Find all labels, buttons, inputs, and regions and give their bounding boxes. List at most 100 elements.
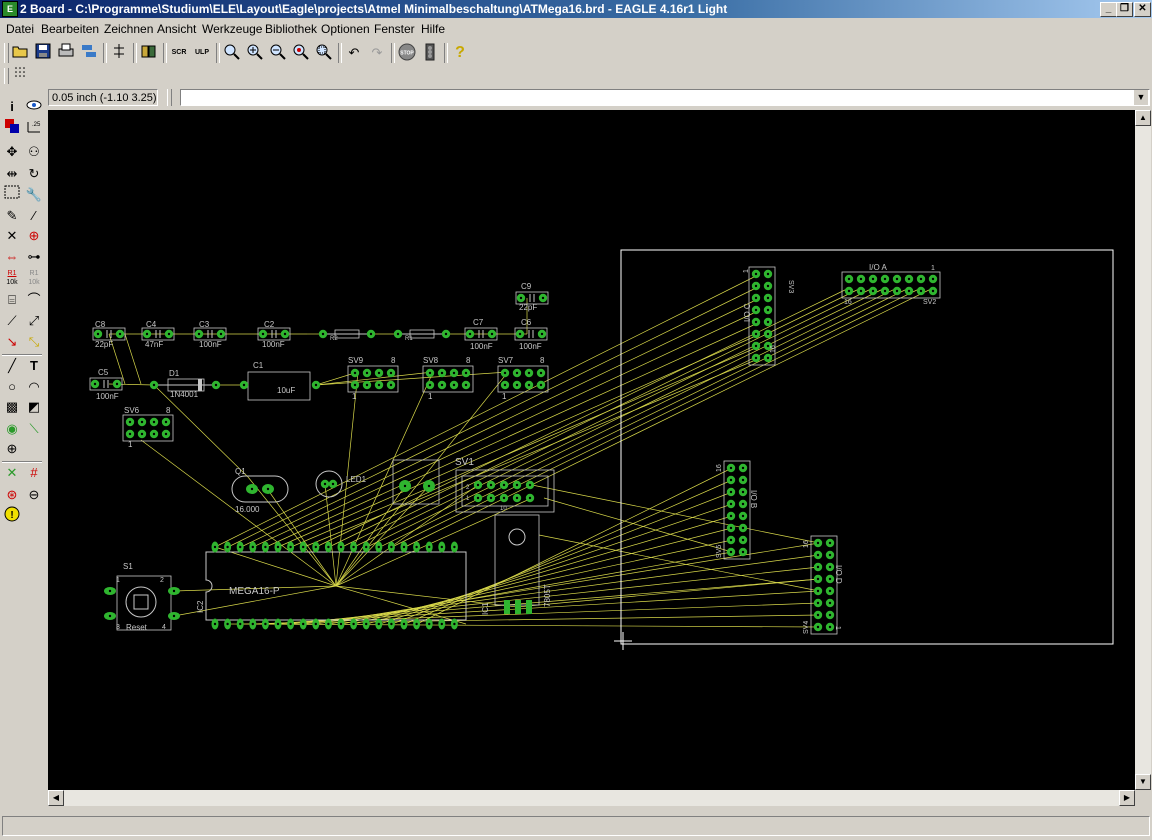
undo-icon[interactable]: ↶: [344, 43, 364, 63]
menu-ansicht[interactable]: Ansicht: [157, 22, 196, 36]
text-icon[interactable]: T: [24, 356, 44, 376]
go-icon[interactable]: [420, 43, 440, 63]
schematic-icon[interactable]: [109, 43, 129, 63]
circle-icon[interactable]: ○: [2, 377, 22, 397]
wire-icon[interactable]: ⤡: [24, 332, 44, 352]
zoom-out-icon[interactable]: [268, 43, 288, 63]
value-c9: 22pF: [519, 303, 537, 312]
display-layers-icon[interactable]: [2, 118, 22, 138]
miter-icon[interactable]: ⌒: [24, 290, 44, 310]
errors-icon[interactable]: !: [2, 506, 22, 526]
maximize-button[interactable]: ❐: [1116, 2, 1133, 17]
paste-icon[interactable]: ✎: [2, 206, 22, 226]
pad-drill: [289, 545, 292, 549]
group-icon[interactable]: [2, 185, 22, 205]
pin1-sv4: 1: [834, 626, 841, 630]
line-icon[interactable]: ╱: [2, 356, 22, 376]
menu-werkzeuge[interactable]: Werkzeuge: [202, 22, 262, 36]
toolbar-grip[interactable]: [4, 43, 9, 63]
auto-icon[interactable]: #: [24, 463, 44, 483]
print-icon[interactable]: [56, 43, 76, 63]
script-icon[interactable]: SCR: [169, 43, 189, 63]
ratsnest-icon[interactable]: ✕: [2, 463, 22, 483]
close-button[interactable]: ✕: [1134, 2, 1151, 17]
ulp-icon[interactable]: ULP: [192, 43, 212, 63]
command-dropdown-button[interactable]: ▼: [1134, 90, 1148, 105]
pin16-sv5: 16: [716, 464, 723, 472]
show-icon[interactable]: [24, 97, 44, 117]
zoom-redraw-icon[interactable]: [291, 43, 311, 63]
menu-optionen[interactable]: Optionen: [321, 22, 370, 36]
toolbar-grip[interactable]: [4, 68, 9, 84]
copy-icon[interactable]: ⚇: [24, 142, 44, 162]
erc-icon[interactable]: ⊛: [2, 485, 22, 505]
pad-drill: [377, 383, 381, 387]
menu-zeichnen[interactable]: Zeichnen: [104, 22, 153, 36]
info-icon[interactable]: i: [2, 97, 22, 117]
delete-icon[interactable]: ✕: [2, 226, 22, 246]
board-icon[interactable]: [139, 43, 159, 63]
rotate-icon[interactable]: ↻: [24, 164, 44, 184]
open-icon[interactable]: [11, 43, 31, 63]
polygon-icon[interactable]: ◩: [24, 397, 44, 417]
smash-icon[interactable]: ⁄: [24, 206, 44, 226]
pad-drill: [440, 383, 444, 387]
pad-drill: [859, 277, 863, 281]
signal-icon[interactable]: ⟍: [24, 419, 44, 439]
menu-hilfe[interactable]: Hilfe: [421, 22, 445, 36]
menu-fenster[interactable]: Fenster: [374, 22, 415, 36]
cam-icon[interactable]: [79, 43, 99, 63]
move-icon[interactable]: ✥: [2, 142, 22, 162]
change-icon[interactable]: 🔧: [24, 185, 44, 205]
zoom-in-icon[interactable]: [245, 43, 265, 63]
hole-icon[interactable]: ⊕: [2, 439, 22, 459]
arc-icon[interactable]: ◠: [24, 377, 44, 397]
toolbar-separator: [391, 43, 395, 63]
via-icon[interactable]: ◉: [2, 419, 22, 439]
name-icon[interactable]: R1 10k: [2, 269, 22, 289]
mark-icon[interactable]: .25: [24, 118, 44, 138]
pin1-sv6: 1: [128, 440, 133, 449]
zoom-select-icon[interactable]: [314, 43, 334, 63]
scroll-down-button[interactable]: ▼: [1135, 774, 1151, 790]
redo-icon[interactable]: ↷: [367, 43, 387, 63]
grid-icon[interactable]: [11, 66, 31, 86]
value-icon[interactable]: R1 10k: [24, 269, 44, 289]
menu-bearbeiten[interactable]: Bearbeiten: [41, 22, 99, 36]
scroll-right-button[interactable]: ▶: [1119, 790, 1135, 806]
scroll-up-button[interactable]: ▲: [1135, 110, 1151, 126]
zoom-fit-icon[interactable]: [222, 43, 242, 63]
horizontal-scrollbar[interactable]: ◀ ▶: [48, 790, 1135, 806]
drc-icon[interactable]: ⊖: [24, 485, 44, 505]
replace-icon[interactable]: ⇔: [2, 247, 22, 267]
split-icon[interactable]: ⌸: [2, 290, 22, 310]
route-icon[interactable]: ⤢: [24, 311, 44, 331]
command-input[interactable]: ▼: [180, 89, 1150, 106]
scroll-left-button[interactable]: ◀: [48, 790, 64, 806]
rect-icon[interactable]: ▩: [2, 397, 22, 417]
mirror-icon[interactable]: ⇹: [2, 164, 22, 184]
pad-drill: [118, 332, 122, 336]
optimize-icon[interactable]: ⟋: [2, 311, 22, 331]
menu-bibliothek[interactable]: Bibliothek: [265, 22, 317, 36]
help-icon[interactable]: ?: [450, 43, 470, 63]
pad-drill: [353, 383, 357, 387]
pad-drill: [766, 332, 770, 336]
vertical-scrollbar[interactable]: ▲ ▼: [1135, 110, 1151, 790]
pin8-sv7: 8: [540, 356, 545, 365]
save-icon[interactable]: [33, 43, 53, 63]
add-icon[interactable]: ⊕: [24, 226, 44, 246]
pad-drill: [527, 383, 531, 387]
ripup-icon[interactable]: ↘: [2, 332, 22, 352]
lock-icon[interactable]: ⊶: [24, 247, 44, 267]
airwire: [404, 287, 934, 548]
stop-icon[interactable]: STOP: [397, 43, 417, 63]
minimize-button[interactable]: _: [1100, 2, 1117, 17]
label-sv4: SV4: [803, 621, 810, 634]
part-sv2: [841, 271, 941, 299]
menu-datei[interactable]: Datei: [6, 22, 34, 36]
board-canvas[interactable]: C8 22pF C4 47nF C3 100nF C2 100nF R2 R1 …: [48, 110, 1135, 790]
toolbar-separator: [338, 43, 342, 63]
value-q1: 16.000: [235, 505, 260, 514]
pad-drill: [931, 277, 935, 281]
